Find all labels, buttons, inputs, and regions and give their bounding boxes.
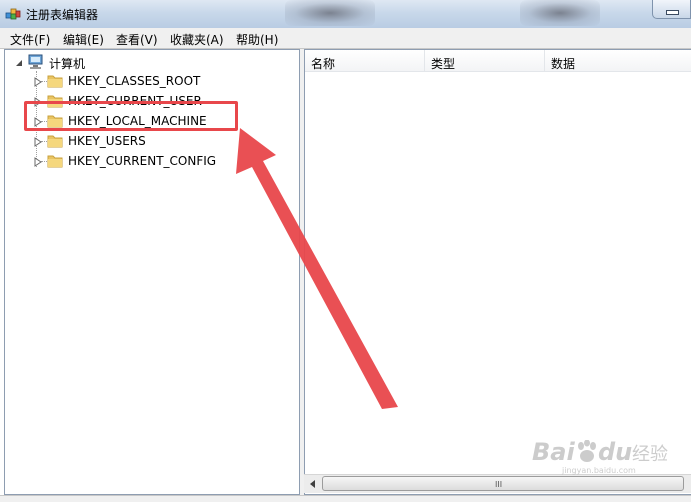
watermark-url: jingyan.baidu.com [562, 466, 636, 475]
paw-icon [578, 440, 596, 462]
watermark-brand: Bai [532, 438, 575, 466]
watermark-brand-2: du [598, 438, 633, 466]
baidu-watermark: Bai du 经验 jingyan.baidu.com [532, 436, 682, 476]
annotation-arrow [236, 128, 398, 409]
watermark-suffix: 经验 [632, 444, 668, 465]
